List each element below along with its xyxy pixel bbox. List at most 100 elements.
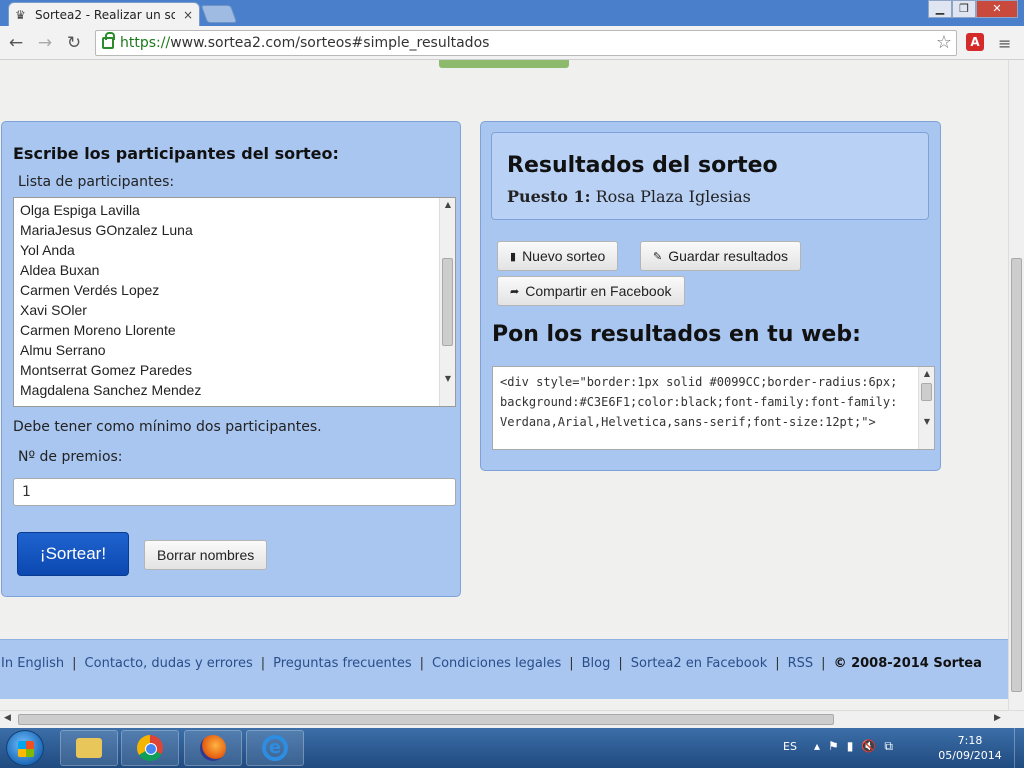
share-facebook-label: Compartir en Facebook [525, 283, 672, 299]
participant-item: Montserrat Gomez Paredes [20, 362, 192, 378]
page-vertical-scrollbar[interactable] [1008, 60, 1024, 710]
start-button[interactable] [6, 730, 44, 766]
minimum-note: Debe tener como mínimo dos participantes… [13, 419, 322, 435]
tab-title: Sortea2 - Realizar un sorte [35, 7, 175, 22]
footer-link-contact[interactable]: Contacto, dudas y errores [85, 656, 253, 671]
scroll-thumb[interactable] [921, 383, 932, 401]
taskbar-chrome[interactable] [121, 730, 179, 766]
save-results-label: Guardar resultados [668, 248, 789, 264]
position-label: Puesto 1: [507, 187, 591, 206]
share-facebook-button[interactable]: ➦ Compartir en Facebook [497, 276, 685, 306]
participant-item: MariaJesus GOnzalez Luna [20, 222, 193, 238]
close-window-button[interactable]: ✕ [976, 0, 1018, 18]
document-icon: ▮ [510, 250, 517, 263]
footer-link-rss[interactable]: RSS [788, 656, 814, 671]
page-horizontal-scrollbar[interactable]: ◀ ▶ [0, 710, 1024, 728]
scroll-down-icon[interactable]: ▼ [919, 415, 934, 429]
winner-line: Puesto 1: Rosa Plaza Iglesias [507, 187, 751, 206]
extension-icon[interactable]: A [966, 33, 984, 51]
footer-link-faq[interactable]: Preguntas frecuentes [273, 656, 412, 671]
footer-link-legal[interactable]: Condiciones legales [432, 656, 561, 671]
scroll-up-icon[interactable]: ▲ [919, 367, 934, 381]
footer-separator: | [260, 656, 266, 671]
page-content: Escribe los participantes del sorteo: Li… [0, 60, 1008, 710]
minimize-button[interactable]: ▁ [928, 0, 952, 18]
language-indicator[interactable]: ES [783, 740, 797, 753]
participant-item: Carmen Verdés Lopez [20, 282, 160, 298]
browser-toolbar: ← → ↻ https://www.sortea2.com/sorteos#si… [0, 26, 1024, 60]
participants-scrollbar[interactable]: ▲ ▼ [439, 198, 455, 406]
chrome-icon [137, 735, 163, 761]
participant-item: Carmen Moreno Llorente [20, 322, 176, 338]
scroll-right-icon[interactable]: ▶ [994, 713, 1001, 723]
forward-arrow-icon[interactable]: → [35, 33, 55, 53]
participants-panel: Escribe los participantes del sorteo: Li… [1, 121, 461, 597]
bookmark-star-icon[interactable]: ☆ [936, 32, 952, 53]
page-footer: In English | Contacto, dudas y errores | Pre… [0, 639, 1008, 699]
reload-icon[interactable]: ↻ [64, 33, 84, 53]
scroll-left-icon[interactable]: ◀ [4, 713, 11, 723]
prizes-label: Nº de premios: [18, 449, 123, 465]
clear-names-button[interactable]: Borrar nombres [144, 540, 268, 570]
address-bar[interactable]: https://www.sortea2.com/sorteos#simple_r… [95, 30, 957, 56]
back-arrow-icon[interactable]: ← [6, 33, 26, 53]
winner-name: Rosa Plaza Iglesias [595, 187, 751, 206]
embed-code: <div style="border:1px solid #0099CC;bor… [500, 375, 905, 429]
footer-separator: | [419, 656, 425, 671]
taskbar-ie[interactable]: e [246, 730, 304, 766]
show-desktop-button[interactable] [1014, 728, 1024, 768]
menu-icon[interactable]: ≡ [998, 34, 1014, 53]
footer-link-facebook[interactable]: Sortea2 en Facebook [631, 656, 767, 671]
footer-separator: | [775, 656, 780, 671]
tab-close-icon[interactable]: × [183, 8, 193, 22]
embed-heading: Pon los resultados en tu web: [492, 322, 861, 347]
taskbar-firefox[interactable] [184, 730, 242, 766]
windows-taskbar: e ES ▴⚑▮🔇⧉ 7:18 05/09/2014 [0, 728, 1024, 768]
new-tab-button[interactable] [200, 5, 238, 23]
green-tab-decoration [439, 60, 569, 68]
sortea2-favicon-icon: ♛ [15, 7, 26, 22]
participant-item: Olga Espiga Lavilla [20, 202, 140, 218]
footer-link-blog[interactable]: Blog [582, 656, 611, 671]
page-hscroll-thumb[interactable] [18, 714, 834, 725]
prizes-input[interactable]: 1 [13, 478, 456, 506]
draw-button[interactable]: ¡Sortear! [17, 532, 129, 576]
footer-link-english[interactable]: In English [1, 656, 64, 671]
participant-item: Yol Anda [20, 242, 75, 258]
new-draw-button[interactable]: ▮ Nuevo sorteo [497, 241, 619, 271]
participant-item: Magdalena Sanchez Mendez [20, 382, 202, 398]
lock-icon [102, 32, 115, 49]
page-scroll-thumb[interactable] [1011, 258, 1022, 692]
embed-code-textarea[interactable]: <div style="border:1px solid #0099CC;bor… [492, 366, 935, 450]
participant-item: Xavi SOler [20, 302, 87, 318]
footer-links: In English | Contacto, dudas y errores | Pre… [1, 656, 982, 671]
scroll-up-icon[interactable]: ▲ [440, 198, 455, 212]
firefox-icon [200, 735, 226, 761]
scroll-down-icon[interactable]: ▼ [440, 372, 455, 386]
embed-scrollbar[interactable]: ▲ ▼ [918, 367, 934, 449]
participants-list: Olga Espiga Lavilla MariaJesus GOnzalez … [20, 200, 201, 400]
new-draw-label: Nuevo sorteo [522, 248, 606, 264]
participants-heading: Escribe los participantes del sorteo: [13, 144, 339, 163]
url-protocol: https:// [120, 35, 171, 51]
results-box: Resultados del sorteo Puesto 1: Rosa Pla… [491, 132, 929, 220]
share-arrow-icon: ➦ [510, 285, 520, 298]
footer-separator: | [569, 656, 574, 671]
footer-separator: | [72, 656, 77, 671]
save-results-button[interactable]: ✎ Guardar resultados [640, 241, 802, 271]
results-title: Resultados del sorteo [507, 153, 778, 178]
list-label: Lista de participantes: [18, 174, 175, 190]
url-text: https://www.sortea2.com/sorteos#simple_r… [120, 35, 489, 51]
taskbar-clock[interactable]: 7:18 05/09/2014 [930, 733, 1010, 763]
internet-explorer-icon: e [262, 735, 288, 761]
participants-textarea[interactable]: Olga Espiga Lavilla MariaJesus GOnzalez … [13, 197, 456, 407]
clock-time: 7:18 [957, 734, 983, 747]
browser-tab[interactable]: ♛ Sortea2 - Realizar un sorte × [8, 2, 200, 26]
system-tray-icons[interactable]: ▴⚑▮🔇⧉ [814, 739, 901, 754]
footer-separator: | [821, 656, 826, 671]
taskbar-explorer[interactable] [60, 730, 118, 766]
footer-separator: | [618, 656, 623, 671]
scroll-thumb[interactable] [442, 258, 453, 346]
folder-icon [76, 738, 102, 758]
maximize-button[interactable]: ❐ [952, 0, 976, 18]
